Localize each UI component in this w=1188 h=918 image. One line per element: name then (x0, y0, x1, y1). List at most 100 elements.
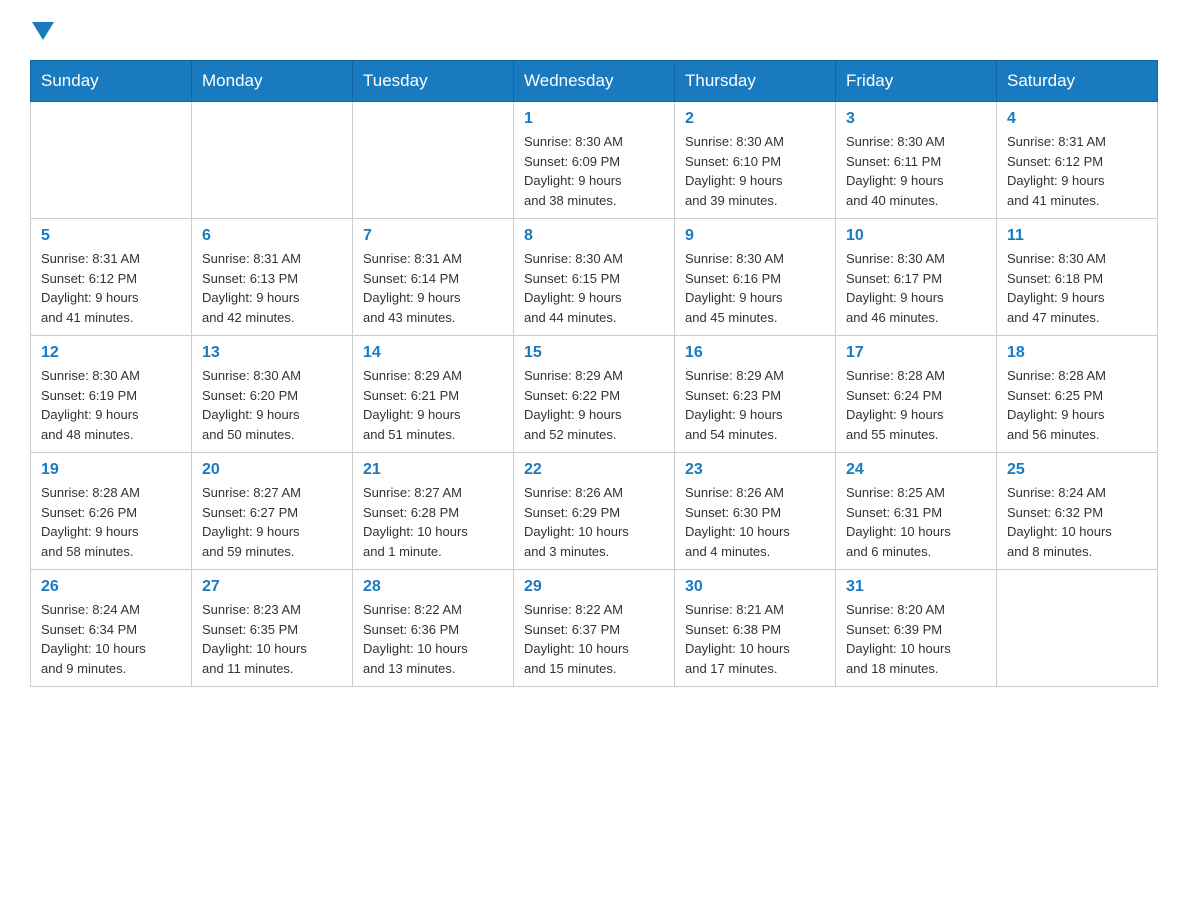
calendar-cell: 10Sunrise: 8:30 AM Sunset: 6:17 PM Dayli… (836, 219, 997, 336)
calendar-header-thursday: Thursday (675, 61, 836, 102)
day-number: 27 (202, 578, 342, 596)
day-info: Sunrise: 8:30 AM Sunset: 6:11 PM Dayligh… (846, 132, 986, 210)
calendar-week-row: 12 Sunrise: 8:30 AM Sunset: 6:19 PM Dayli… (31, 336, 1158, 453)
day-number: 12 (41, 344, 181, 362)
day-info: Sunrise: 8:28 AM Sunset: 6:24 PM Dayligh… (846, 366, 986, 444)
calendar-header-row: SundayMondayTuesdayWednesdayThursdayFrid… (31, 61, 1158, 102)
day-number: 16 (685, 344, 825, 362)
logo-arrow-icon (32, 22, 54, 44)
day-info: Sunrise: 8:26 AM Sunset: 6:30 PM Dayligh… (685, 483, 825, 561)
calendar-cell: 15 Sunrise: 8:29 AM Sunset: 6:22 PM Dayli… (514, 336, 675, 453)
day-number: 14 (363, 344, 503, 362)
day-number: 31 (846, 578, 986, 596)
day-info: Sunrise: 8:22 AM Sunset: 6:37 PM Dayligh… (524, 600, 664, 678)
calendar-cell: 3 Sunrise: 8:30 AM Sunset: 6:11 PM Daylig… (836, 102, 997, 219)
day-info: Sunrise: 8:20 AM Sunset: 6:39 PM Dayligh… (846, 600, 986, 678)
day-number: 30 (685, 578, 825, 596)
day-number: 22 (524, 461, 664, 479)
day-number: 4 (1007, 110, 1147, 128)
calendar-cell: 2 Sunrise: 8:30 AM Sunset: 6:10 PM Daylig… (675, 102, 836, 219)
calendar-header-saturday: Saturday (997, 61, 1158, 102)
calendar-header-friday: Friday (836, 61, 997, 102)
calendar-cell: 31 Sunrise: 8:20 AM Sunset: 6:39 PM Dayli… (836, 570, 997, 687)
calendar-header-wednesday: Wednesday (514, 61, 675, 102)
day-number: 20 (202, 461, 342, 479)
calendar-cell: 21 Sunrise: 8:27 AM Sunset: 6:28 PM Dayli… (353, 453, 514, 570)
day-number: 11 (1007, 227, 1147, 245)
day-number: 19 (41, 461, 181, 479)
day-info: Sunrise: 8:30 AM Sunset: 6:10 PM Dayligh… (685, 132, 825, 210)
calendar-week-row: 19 Sunrise: 8:28 AM Sunset: 6:26 PM Dayli… (31, 453, 1158, 570)
calendar-cell: 17Sunrise: 8:28 AM Sunset: 6:24 PM Dayli… (836, 336, 997, 453)
calendar-cell: 8 Sunrise: 8:30 AM Sunset: 6:15 PM Daylig… (514, 219, 675, 336)
calendar-cell: 25 Sunrise: 8:24 AM Sunset: 6:32 PM Dayli… (997, 453, 1158, 570)
day-info: Sunrise: 8:30 AM Sunset: 6:19 PM Dayligh… (41, 366, 181, 444)
calendar-cell: 7Sunrise: 8:31 AM Sunset: 6:14 PM Daylig… (353, 219, 514, 336)
day-info: Sunrise: 8:24 AM Sunset: 6:32 PM Dayligh… (1007, 483, 1147, 561)
day-number: 5 (41, 227, 181, 245)
calendar-cell: 27 Sunrise: 8:23 AM Sunset: 6:35 PM Dayli… (192, 570, 353, 687)
calendar-cell: 29Sunrise: 8:22 AM Sunset: 6:37 PM Dayli… (514, 570, 675, 687)
day-info: Sunrise: 8:21 AM Sunset: 6:38 PM Dayligh… (685, 600, 825, 678)
day-info: Sunrise: 8:22 AM Sunset: 6:36 PM Dayligh… (363, 600, 503, 678)
calendar-week-row: 5 Sunrise: 8:31 AM Sunset: 6:12 PM Daylig… (31, 219, 1158, 336)
day-info: Sunrise: 8:31 AM Sunset: 6:13 PM Dayligh… (202, 249, 342, 327)
day-number: 9 (685, 227, 825, 245)
day-number: 23 (685, 461, 825, 479)
calendar-cell: 19 Sunrise: 8:28 AM Sunset: 6:26 PM Dayli… (31, 453, 192, 570)
day-number: 6 (202, 227, 342, 245)
day-info: Sunrise: 8:29 AM Sunset: 6:22 PM Dayligh… (524, 366, 664, 444)
day-info: Sunrise: 8:31 AM Sunset: 6:12 PM Dayligh… (41, 249, 181, 327)
calendar-cell: 18 Sunrise: 8:28 AM Sunset: 6:25 PM Dayli… (997, 336, 1158, 453)
day-info: Sunrise: 8:28 AM Sunset: 6:25 PM Dayligh… (1007, 366, 1147, 444)
calendar-week-row: 1 Sunrise: 8:30 AM Sunset: 6:09 PM Daylig… (31, 102, 1158, 219)
day-number: 18 (1007, 344, 1147, 362)
day-number: 1 (524, 110, 664, 128)
day-number: 2 (685, 110, 825, 128)
day-info: Sunrise: 8:30 AM Sunset: 6:17 PM Dayligh… (846, 249, 986, 327)
calendar-cell: 13Sunrise: 8:30 AM Sunset: 6:20 PM Dayli… (192, 336, 353, 453)
day-number: 15 (524, 344, 664, 362)
calendar-cell: 9 Sunrise: 8:30 AM Sunset: 6:16 PM Daylig… (675, 219, 836, 336)
day-info: Sunrise: 8:27 AM Sunset: 6:28 PM Dayligh… (363, 483, 503, 561)
calendar-cell: 12 Sunrise: 8:30 AM Sunset: 6:19 PM Dayli… (31, 336, 192, 453)
day-info: Sunrise: 8:24 AM Sunset: 6:34 PM Dayligh… (41, 600, 181, 678)
calendar-cell: 16Sunrise: 8:29 AM Sunset: 6:23 PM Dayli… (675, 336, 836, 453)
day-info: Sunrise: 8:30 AM Sunset: 6:20 PM Dayligh… (202, 366, 342, 444)
day-number: 7 (363, 227, 503, 245)
day-number: 26 (41, 578, 181, 596)
calendar-header-tuesday: Tuesday (353, 61, 514, 102)
calendar-cell: 1 Sunrise: 8:30 AM Sunset: 6:09 PM Daylig… (514, 102, 675, 219)
day-info: Sunrise: 8:27 AM Sunset: 6:27 PM Dayligh… (202, 483, 342, 561)
calendar-cell (192, 102, 353, 219)
calendar-cell: 11Sunrise: 8:30 AM Sunset: 6:18 PM Dayli… (997, 219, 1158, 336)
day-info: Sunrise: 8:30 AM Sunset: 6:16 PM Dayligh… (685, 249, 825, 327)
calendar-cell: 30 Sunrise: 8:21 AM Sunset: 6:38 PM Dayli… (675, 570, 836, 687)
calendar-cell: 23 Sunrise: 8:26 AM Sunset: 6:30 PM Dayli… (675, 453, 836, 570)
calendar-cell (997, 570, 1158, 687)
calendar-cell: 26 Sunrise: 8:24 AM Sunset: 6:34 PM Dayli… (31, 570, 192, 687)
day-info: Sunrise: 8:30 AM Sunset: 6:09 PM Dayligh… (524, 132, 664, 210)
day-number: 28 (363, 578, 503, 596)
day-info: Sunrise: 8:30 AM Sunset: 6:15 PM Dayligh… (524, 249, 664, 327)
calendar-cell: 20 Sunrise: 8:27 AM Sunset: 6:27 PM Dayli… (192, 453, 353, 570)
calendar-header-monday: Monday (192, 61, 353, 102)
day-number: 21 (363, 461, 503, 479)
day-number: 3 (846, 110, 986, 128)
day-info: Sunrise: 8:28 AM Sunset: 6:26 PM Dayligh… (41, 483, 181, 561)
day-info: Sunrise: 8:31 AM Sunset: 6:12 PM Dayligh… (1007, 132, 1147, 210)
day-info: Sunrise: 8:23 AM Sunset: 6:35 PM Dayligh… (202, 600, 342, 678)
calendar-table: SundayMondayTuesdayWednesdayThursdayFrid… (30, 60, 1158, 687)
logo (30, 20, 114, 40)
day-number: 25 (1007, 461, 1147, 479)
calendar-cell: 4 Sunrise: 8:31 AM Sunset: 6:12 PM Daylig… (997, 102, 1158, 219)
calendar-header-sunday: Sunday (31, 61, 192, 102)
calendar-cell: 14 Sunrise: 8:29 AM Sunset: 6:21 PM Dayli… (353, 336, 514, 453)
day-number: 8 (524, 227, 664, 245)
calendar-cell: 6 Sunrise: 8:31 AM Sunset: 6:13 PM Daylig… (192, 219, 353, 336)
page-header (30, 20, 1158, 40)
day-info: Sunrise: 8:29 AM Sunset: 6:21 PM Dayligh… (363, 366, 503, 444)
calendar-cell: 28 Sunrise: 8:22 AM Sunset: 6:36 PM Dayli… (353, 570, 514, 687)
calendar-cell (31, 102, 192, 219)
calendar-cell (353, 102, 514, 219)
